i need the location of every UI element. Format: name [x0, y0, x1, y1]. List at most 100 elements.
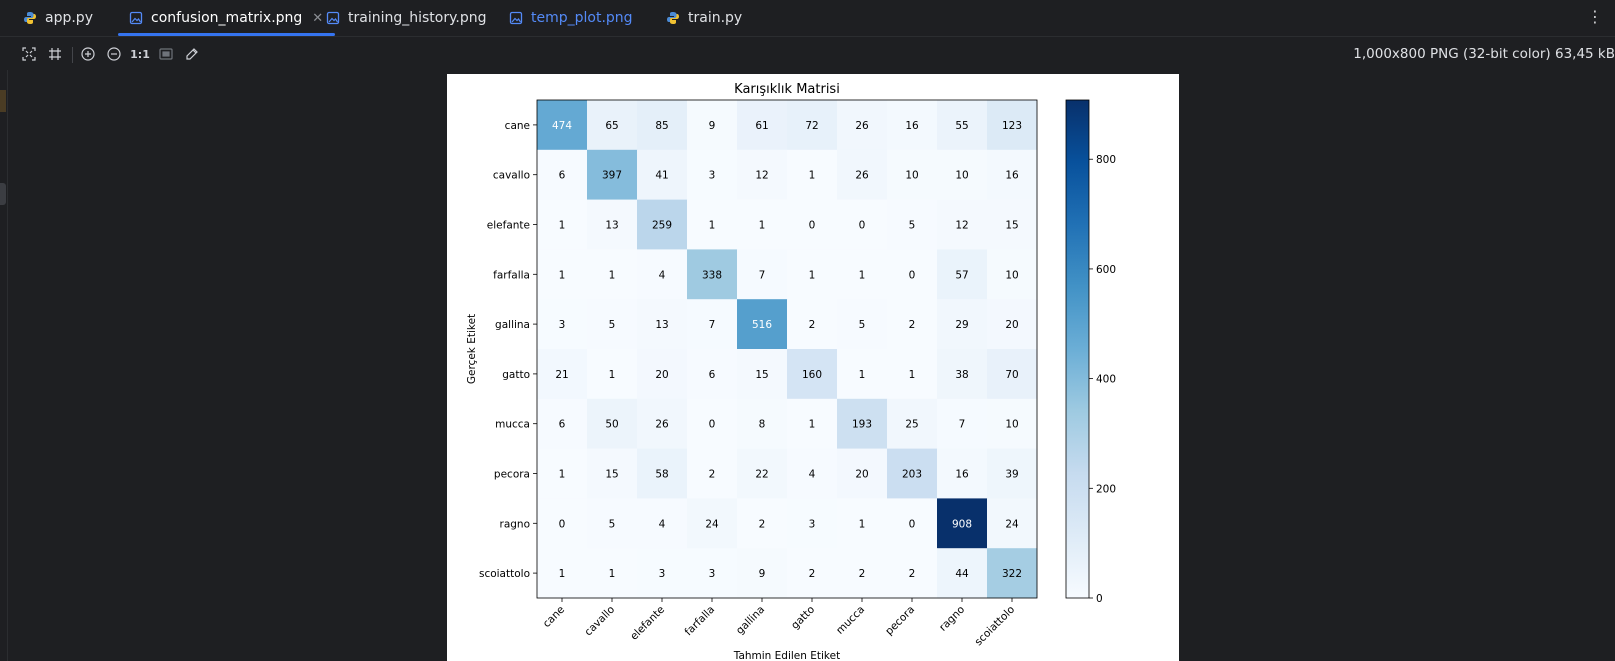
image-info-label: 1,000x800 PNG (32-bit color) 63,45 kB [1353, 46, 1615, 62]
cell-value-label: 5 [859, 319, 866, 331]
cell-value-label: 55 [955, 120, 968, 132]
cell-value-label: 397 [602, 170, 622, 182]
more-options-icon[interactable]: ⋮ [1587, 7, 1603, 29]
cell-value-label: 1 [559, 220, 566, 232]
confusion-matrix-chart: 474 65 85 9 61 72 26 16 55 1236 397 41 3 12 1 26 10 10 161… [466, 82, 1116, 661]
cell-value-label: 10 [1005, 419, 1018, 431]
actual-size-icon[interactable]: 1:1 [130, 45, 150, 63]
cell-value-label: 10 [905, 170, 918, 182]
cell-value-label: 10 [1005, 269, 1018, 281]
cell-value-label: 38 [955, 369, 968, 381]
x-tick-label: elefante [628, 604, 667, 643]
close-tab-icon[interactable]: ✕ [312, 11, 323, 26]
x-tick-label: gallina [734, 604, 767, 637]
cell-value-label: 29 [955, 319, 968, 331]
cell-value-label: 4 [809, 469, 816, 481]
tab-app-py[interactable]: app.py [22, 0, 93, 36]
tab-label: temp_plot.png [531, 10, 633, 26]
cell-value-label: 13 [655, 319, 668, 331]
cell-value-label: 70 [1005, 369, 1018, 381]
cell-value-label: 2 [859, 568, 866, 580]
cell-value-label: 1 [859, 518, 866, 530]
cell-value-label: 57 [955, 269, 968, 281]
cell-value-label: 39 [1005, 469, 1018, 481]
cell-value-label: 2 [909, 568, 916, 580]
cell-value-label: 322 [1002, 568, 1022, 580]
cell-value-label: 0 [909, 269, 916, 281]
colorbar [1065, 99, 1090, 599]
cell-value-label: 9 [759, 568, 766, 580]
image-icon [508, 10, 524, 26]
cell-value-label: 12 [755, 170, 768, 182]
colorbar-tick-label: 400 [1096, 374, 1116, 386]
cell-value-label: 7 [709, 319, 716, 331]
cell-value-label: 3 [709, 568, 716, 580]
cell-value-label: 908 [952, 518, 972, 530]
chart-title: Karışıklık Matrisi [734, 82, 840, 97]
gutter-handle[interactable] [0, 183, 6, 205]
image-viewer-window: app.py confusion_matrix.png ✕ training_h… [0, 0, 1615, 661]
gutter-marker [0, 90, 6, 112]
cell-value-label: 2 [709, 469, 716, 481]
cell-value-label: 21 [555, 369, 568, 381]
y-tick-label: ragno [500, 518, 531, 530]
cell-value-label: 6 [559, 419, 566, 431]
cell-value-label: 12 [955, 220, 968, 232]
cell-value-label: 0 [859, 220, 866, 232]
cell-value-label: 9 [709, 120, 716, 132]
y-axis-label: Gerçek Etiket [466, 314, 478, 384]
colorbar-tick-label: 0 [1096, 593, 1103, 605]
cell-value-label: 26 [655, 419, 669, 431]
cell-value-label: 10 [955, 170, 968, 182]
python-icon [665, 10, 681, 26]
y-tick-label: gallina [495, 319, 530, 331]
cell-value-label: 2 [909, 319, 916, 331]
y-tick-label: cavallo [493, 170, 530, 182]
cell-value-label: 338 [702, 269, 722, 281]
cell-value-label: 5 [909, 220, 916, 232]
cell-value-label: 26 [855, 120, 869, 132]
tab-train-py[interactable]: train.py [665, 0, 742, 36]
cell-value-label: 72 [805, 120, 818, 132]
cell-value-label: 58 [655, 469, 668, 481]
tab-temp-plot-png[interactable]: temp_plot.png [508, 0, 633, 36]
cell-value-label: 16 [1005, 170, 1019, 182]
color-picker-icon[interactable] [183, 45, 201, 63]
cell-value-label: 50 [605, 419, 618, 431]
cell-value-label: 16 [955, 469, 969, 481]
cell-value-label: 1 [809, 269, 816, 281]
zoom-in-icon[interactable] [79, 45, 97, 63]
cell-value-label: 4 [659, 269, 666, 281]
cell-value-label: 65 [605, 120, 618, 132]
cell-value-label: 3 [809, 518, 816, 530]
x-tick-label: farfalla [683, 604, 718, 639]
cell-value-label: 0 [559, 518, 566, 530]
cell-value-label: 20 [855, 469, 868, 481]
cell-value-label: 2 [809, 568, 816, 580]
cell-value-label: 0 [709, 419, 716, 431]
tab-confusion-matrix-png[interactable]: confusion_matrix.png ✕ [117, 0, 336, 36]
cell-value-label: 3 [559, 319, 566, 331]
y-tick-label: gatto [502, 369, 530, 381]
cell-value-label: 15 [755, 369, 768, 381]
cell-value-label: 1 [859, 369, 866, 381]
x-tick-label: cavallo [582, 604, 617, 639]
background-icon[interactable] [157, 45, 175, 63]
y-tick-label: cane [505, 120, 530, 132]
tab-training-history-png[interactable]: training_history.png [325, 0, 487, 36]
cell-value-label: 5 [609, 518, 616, 530]
cell-value-label: 25 [905, 419, 918, 431]
cell-value-label: 6 [709, 369, 716, 381]
cell-value-label: 1 [809, 170, 816, 182]
y-tick-label: elefante [487, 220, 530, 232]
grid-icon[interactable] [46, 45, 64, 63]
cell-value-label: 24 [705, 518, 719, 530]
fit-to-screen-icon[interactable] [20, 45, 38, 63]
cell-value-label: 1 [609, 269, 616, 281]
left-gutter [0, 70, 8, 661]
cell-value-label: 474 [552, 120, 572, 132]
cell-value-label: 24 [1005, 518, 1019, 530]
cell-value-label: 203 [902, 469, 922, 481]
x-tick-label: scoiattolo [973, 604, 1018, 649]
zoom-out-icon[interactable] [105, 45, 123, 63]
